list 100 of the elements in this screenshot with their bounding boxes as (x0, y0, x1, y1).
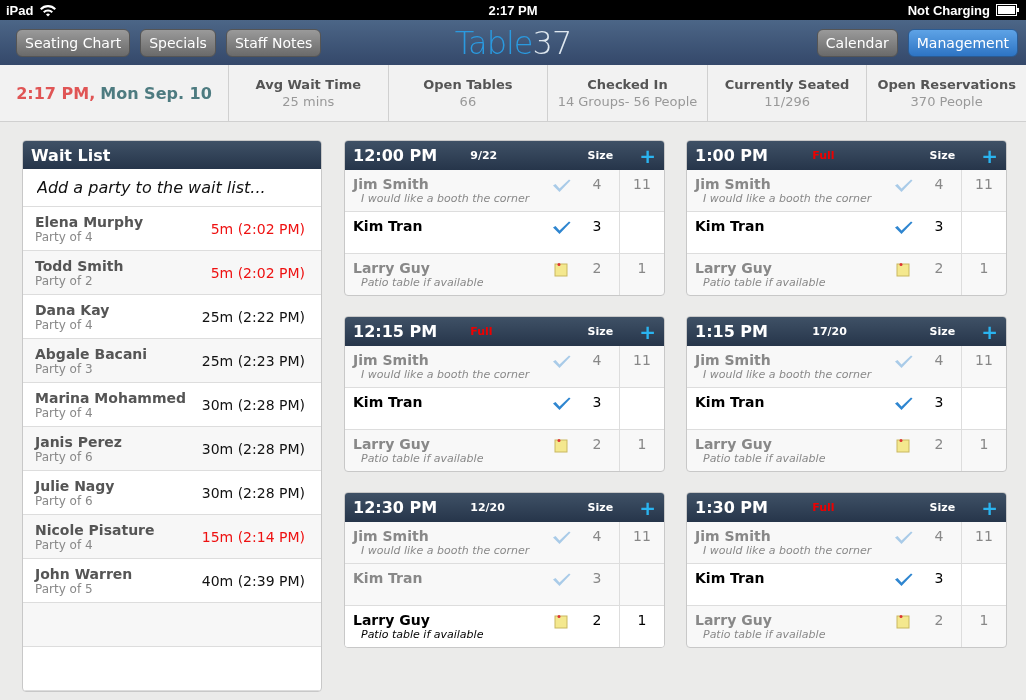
guest-name: Larry Guy (353, 436, 431, 452)
guest-note: Patio table if available (360, 452, 485, 465)
reservation-row[interactable]: Jim Smith I would like a booth the corner 4 11 (345, 522, 664, 563)
party-size: 4 (933, 352, 945, 368)
sticky-note-icon (896, 614, 910, 629)
stat-value: 370 People (910, 94, 983, 109)
stat-value: 25 mins (282, 94, 335, 109)
size-label: Size (929, 501, 957, 514)
guest-name: Larry Guy (695, 260, 773, 276)
party-size: Party of 6 (35, 449, 94, 464)
guest-note: I would like a booth the corner (702, 544, 873, 557)
guest-note: Patio table if available (702, 276, 827, 289)
checkmark-icon (893, 396, 913, 411)
sticky-note-icon (896, 438, 910, 453)
add-button[interactable]: + (981, 145, 998, 166)
party-size: Party of 4 (35, 317, 93, 332)
reservation-row[interactable]: Larry Guy Patio table if available 2 1 (687, 429, 1006, 471)
logo: Table37 (454, 23, 572, 62)
checkmark-icon (551, 354, 571, 369)
stat-value: 14 Groups- 56 People (557, 94, 698, 109)
wait-list-row[interactable]: Todd Smith Party of 2 5m (2:02 PM) (23, 251, 321, 295)
table-number: 1 (978, 259, 990, 278)
guest-name: Larry Guy (353, 260, 431, 276)
table-number: 1 (636, 435, 648, 454)
guest-name: Jim Smith (695, 528, 772, 544)
checkmark-icon (551, 530, 571, 545)
party-size: 4 (591, 528, 603, 544)
nav-button[interactable]: Specials (140, 28, 216, 57)
wait-time: 40m (2:39 PM) (201, 572, 305, 589)
party-size: 3 (591, 218, 603, 234)
guest-note: Patio table if available (360, 276, 485, 289)
add-button[interactable]: + (639, 145, 656, 166)
party-size: 3 (933, 394, 945, 410)
slot-capacity: 9/22 (470, 149, 499, 162)
checkmark-icon (551, 396, 571, 411)
checkmark-icon (893, 354, 913, 369)
checkmark-icon (893, 572, 913, 587)
wait-list-row[interactable]: Janis Perez Party of 6 30m (2:28 PM) (23, 427, 321, 471)
slot-time: 1:15 PM (695, 322, 769, 341)
guest-note: Patio table if available (702, 628, 827, 641)
reservation-row[interactable]: Kim Tran 3 (687, 387, 1006, 429)
wait-time: 30m (2:28 PM) (201, 484, 305, 501)
slot-capacity: Full (470, 325, 494, 338)
table-number: 11 (974, 175, 994, 194)
size-label: Size (587, 149, 615, 162)
reservation-row[interactable]: Larry Guy Patio table if available 2 1 (345, 253, 664, 295)
checkmark-icon (893, 530, 913, 545)
reservation-row[interactable]: Larry Guy Patio table if available 2 1 (687, 253, 1006, 295)
nav-button[interactable]: Seating Chart (16, 28, 131, 57)
wait-time: 30m (2:28 PM) (201, 440, 305, 457)
stat-label: Open Tables (423, 77, 513, 92)
checkmark-icon (551, 178, 571, 193)
add-button[interactable]: + (639, 321, 656, 342)
stat-label: Open Reservations (877, 77, 1016, 92)
reservation-row[interactable]: Larry Guy Patio table if available 2 1 (345, 429, 664, 471)
guest-name: Kim Tran (353, 570, 424, 586)
guest-note: I would like a booth the corner (702, 192, 873, 205)
party-size: 2 (933, 436, 945, 452)
table-number: 11 (632, 351, 652, 370)
wait-time: 30m (2:28 PM) (201, 396, 305, 413)
size-label: Size (929, 149, 957, 162)
sticky-note-icon (554, 614, 568, 629)
reservation-row[interactable]: Kim Tran 3 (345, 211, 664, 253)
panel-title: Wait List (31, 145, 111, 165)
stat-value: 66 (459, 94, 477, 109)
reservation-row[interactable]: Kim Tran 3 (687, 211, 1006, 253)
wait-list-row[interactable]: Nicole Pisature Party of 4 15m (2:14 PM) (23, 515, 321, 559)
party-size: 2 (591, 612, 603, 628)
wait-time: 5m (2:02 PM) (210, 264, 305, 281)
add-button[interactable]: + (981, 321, 998, 342)
current-date: Mon Sep. 10 (100, 83, 212, 103)
wifi-icon (39, 3, 58, 17)
add-button[interactable]: + (981, 497, 998, 518)
checkmark-icon (551, 572, 571, 587)
table-number: 11 (632, 527, 652, 546)
slot-capacity: 17/20 (812, 325, 848, 338)
stat-value: 11/296 (764, 94, 810, 109)
party-name: Todd Smith (35, 257, 124, 274)
slot-time: 12:00 PM (353, 146, 439, 165)
party-name: Janis Perez (35, 433, 122, 450)
guest-name: Kim Tran (353, 394, 424, 410)
slot-capacity: Full (812, 149, 836, 162)
wait-list-row[interactable]: Abgale Bacani Party of 3 25m (2:23 PM) (23, 339, 321, 383)
guest-note: Patio table if available (360, 628, 485, 641)
nav-button[interactable]: Staff Notes (225, 28, 322, 57)
nav-button[interactable]: Calendar (816, 28, 898, 57)
party-size: 4 (591, 352, 603, 368)
guest-note: I would like a booth the corner (702, 368, 873, 381)
reservation-row[interactable]: Kim Tran 3 (687, 563, 1006, 605)
nav-button[interactable]: Management (907, 28, 1018, 57)
party-size: 3 (591, 570, 603, 586)
reservation-row[interactable]: Larry Guy Patio table if available 2 1 (687, 605, 1006, 647)
sticky-note-icon (554, 438, 568, 453)
guest-name: Jim Smith (695, 352, 772, 368)
reservation-row[interactable]: Kim Tran 3 (345, 387, 664, 429)
slot-time: 12:30 PM (353, 498, 439, 517)
add-button[interactable]: + (639, 497, 656, 518)
slot-capacity: 12/20 (470, 501, 506, 514)
reservation-row[interactable]: Larry Guy Patio table if available 2 1 (345, 605, 664, 647)
party-size: 3 (933, 218, 945, 234)
